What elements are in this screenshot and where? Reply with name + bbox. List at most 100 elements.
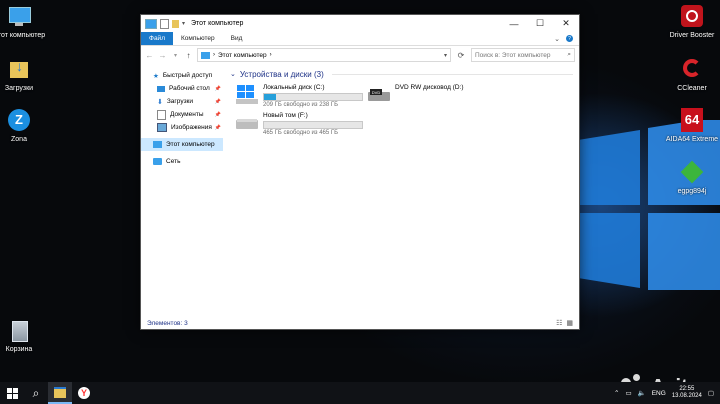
star-icon: ★ (153, 72, 159, 80)
pin-icon[interactable]: 📌 (215, 86, 221, 92)
hard-drive-icon (236, 119, 258, 129)
ccleaner-icon (679, 57, 705, 83)
address-dropdown-icon[interactable]: ▾ (444, 52, 450, 59)
pin-icon[interactable]: 📌 (215, 112, 221, 118)
drive-name: DVD RW дисковод (D:) (395, 84, 464, 91)
computer-icon (145, 18, 157, 29)
drive-item-dvd[interactable]: DVD DVD RW дисковод (D:) (367, 83, 464, 105)
notifications-icon[interactable]: ▢ (708, 389, 714, 397)
nav-item-downloads[interactable]: ⬇ Загрузки 📌 (141, 95, 223, 108)
tiles-view-icon[interactable]: ▦ (566, 319, 573, 327)
desktop-icon-recycle-bin[interactable]: Корзина (0, 318, 49, 354)
refresh-button[interactable]: ⟳ (455, 49, 467, 61)
nav-item-network[interactable]: Сеть (141, 155, 223, 168)
nav-item-this-pc[interactable]: Этот компьютер (141, 138, 223, 151)
content-pane: ⌄ Устройства и диски (3) Локальный диск … (227, 63, 579, 317)
recent-locations-button[interactable]: ▾ (171, 52, 180, 59)
nav-item-pictures[interactable]: Изображения 📌 (141, 121, 223, 134)
expand-ribbon-icon[interactable]: ⌄ (554, 35, 560, 43)
search-button[interactable]: ⌕ (24, 382, 48, 404)
pin-icon[interactable]: 📌 (215, 99, 221, 105)
chevron-down-icon[interactable]: ⌄ (230, 70, 236, 78)
pin-icon[interactable]: 📌 (215, 125, 221, 131)
minimize-button[interactable]: — (501, 15, 527, 32)
desktop-icon-zona[interactable]: Z Zona (0, 108, 49, 144)
computer-icon (6, 4, 32, 30)
tab-computer[interactable]: Компьютер (173, 32, 223, 45)
drive-usage-bar (263, 93, 363, 101)
ribbon: Файл Компьютер Вид ⌄ ? (141, 32, 579, 46)
breadcrumb-separator-icon[interactable]: › (270, 52, 272, 58)
windows-logo-wallpaper (578, 120, 720, 290)
nav-item-desktop[interactable]: Рабочий стол 📌 (141, 82, 223, 95)
back-button[interactable]: ← (145, 51, 154, 60)
windows-start-icon (6, 387, 18, 399)
nav-item-documents[interactable]: Документы 📌 (141, 108, 223, 121)
nav-item-quick-access[interactable]: ★ Быстрый доступ (141, 69, 223, 82)
drive-name: Локальный диск (C:) (263, 84, 325, 91)
address-bar[interactable]: › Этот компьютер › ▾ (197, 48, 451, 62)
file-explorer-icon (54, 386, 66, 398)
drive-name: Новый том (F:) (263, 112, 308, 119)
maximize-button[interactable]: ☐ (527, 15, 553, 32)
forward-button[interactable]: → (158, 51, 167, 60)
desktop-icon-this-pc[interactable]: Этот компьютер (0, 4, 49, 40)
window-title: Этот компьютер (191, 20, 244, 27)
desktop-icon-aida64[interactable]: 64 AIDA64 Extreme (662, 108, 720, 144)
desktop-icon-ccleaner[interactable]: CCleaner (662, 57, 720, 93)
yandex-browser-icon: Y (78, 387, 90, 399)
search-icon: ⌕ (32, 385, 40, 400)
status-bar: Элементов: 3 ☷ ▦ (141, 317, 579, 329)
windows-drive-icon (236, 85, 258, 104)
drive-item-c[interactable]: Локальный диск (C:) 209 ГБ свободно из 2… (235, 83, 363, 108)
egpg-icon (679, 160, 705, 186)
desktop-icon-egpg[interactable]: egpg894j (662, 160, 720, 196)
language-indicator[interactable]: ENG (652, 390, 666, 397)
system-tray: ⌃ ▭ 🔈 ENG 22:55 13.08.2024 ▢ (614, 386, 720, 400)
drive-usage-bar (263, 121, 363, 129)
zona-icon: Z (6, 108, 32, 134)
network-icon (153, 158, 162, 165)
help-icon[interactable]: ? (566, 35, 573, 42)
network-status-icon[interactable]: ▭ (625, 389, 631, 397)
start-button[interactable] (0, 382, 24, 404)
navigation-pane: ★ Быстрый доступ Рабочий стол 📌 ⬇ Загруз… (141, 63, 223, 317)
svg-text:DVD: DVD (372, 90, 381, 95)
explorer-body: ★ Быстрый доступ Рабочий стол 📌 ⬇ Загруз… (141, 63, 579, 317)
search-icon: ⌕ (567, 51, 571, 58)
search-input[interactable]: Поиск в: Этот компьютер ⌕ (471, 48, 575, 62)
volume-icon[interactable]: 🔈 (638, 389, 646, 397)
drive-item-f[interactable]: Новый том (F:) 465 ГБ свободно из 465 ГБ (235, 111, 363, 136)
taskbar-explorer[interactable] (48, 382, 72, 404)
drive-free-space: 209 ГБ свободно из 238 ГБ (263, 102, 339, 108)
up-button[interactable]: ↑ (184, 51, 193, 60)
desktop-icon-driver-booster[interactable]: Driver Booster (662, 4, 720, 40)
chevron-down-icon[interactable]: ▾ (182, 20, 185, 27)
properties-icon[interactable] (160, 18, 169, 29)
new-folder-icon[interactable] (172, 19, 179, 28)
download-folder-icon: ⬇ (157, 98, 163, 106)
computer-icon (153, 141, 162, 148)
clock[interactable]: 22:55 13.08.2024 (672, 386, 702, 400)
close-button[interactable]: ✕ (553, 15, 579, 32)
aida64-icon: 64 (679, 108, 705, 134)
recycle-bin-icon (6, 318, 32, 344)
taskbar-yandex-browser[interactable]: Y (72, 382, 96, 404)
desktop-icon-downloads[interactable]: ↓ Загрузки (0, 57, 49, 93)
explorer-window: ▾ Этот компьютер — ☐ ✕ Файл Компьютер Ви… (140, 14, 580, 330)
show-hidden-icons-icon[interactable]: ⌃ (614, 389, 619, 397)
breadcrumb-separator-icon[interactable]: › (213, 52, 215, 58)
drive-free-space: 465 ГБ свободно из 465 ГБ (263, 130, 339, 136)
breadcrumb[interactable]: Этот компьютер (218, 52, 267, 59)
item-count: Элементов: 3 (147, 319, 188, 327)
downloads-icon: ↓ (6, 57, 32, 83)
dvd-drive-icon: DVD (368, 89, 390, 101)
details-view-icon[interactable]: ☷ (556, 319, 562, 327)
driver-booster-icon (679, 4, 705, 30)
desktop: Этот компьютер ↓ Загрузки Z Zona Корзина… (0, 0, 720, 382)
tab-view[interactable]: Вид (223, 32, 251, 45)
group-header-devices[interactable]: ⌄ Устройства и диски (3) (227, 67, 579, 81)
title-bar[interactable]: ▾ Этот компьютер — ☐ ✕ (141, 15, 579, 32)
computer-icon (201, 51, 210, 59)
tab-file[interactable]: Файл (141, 32, 173, 45)
